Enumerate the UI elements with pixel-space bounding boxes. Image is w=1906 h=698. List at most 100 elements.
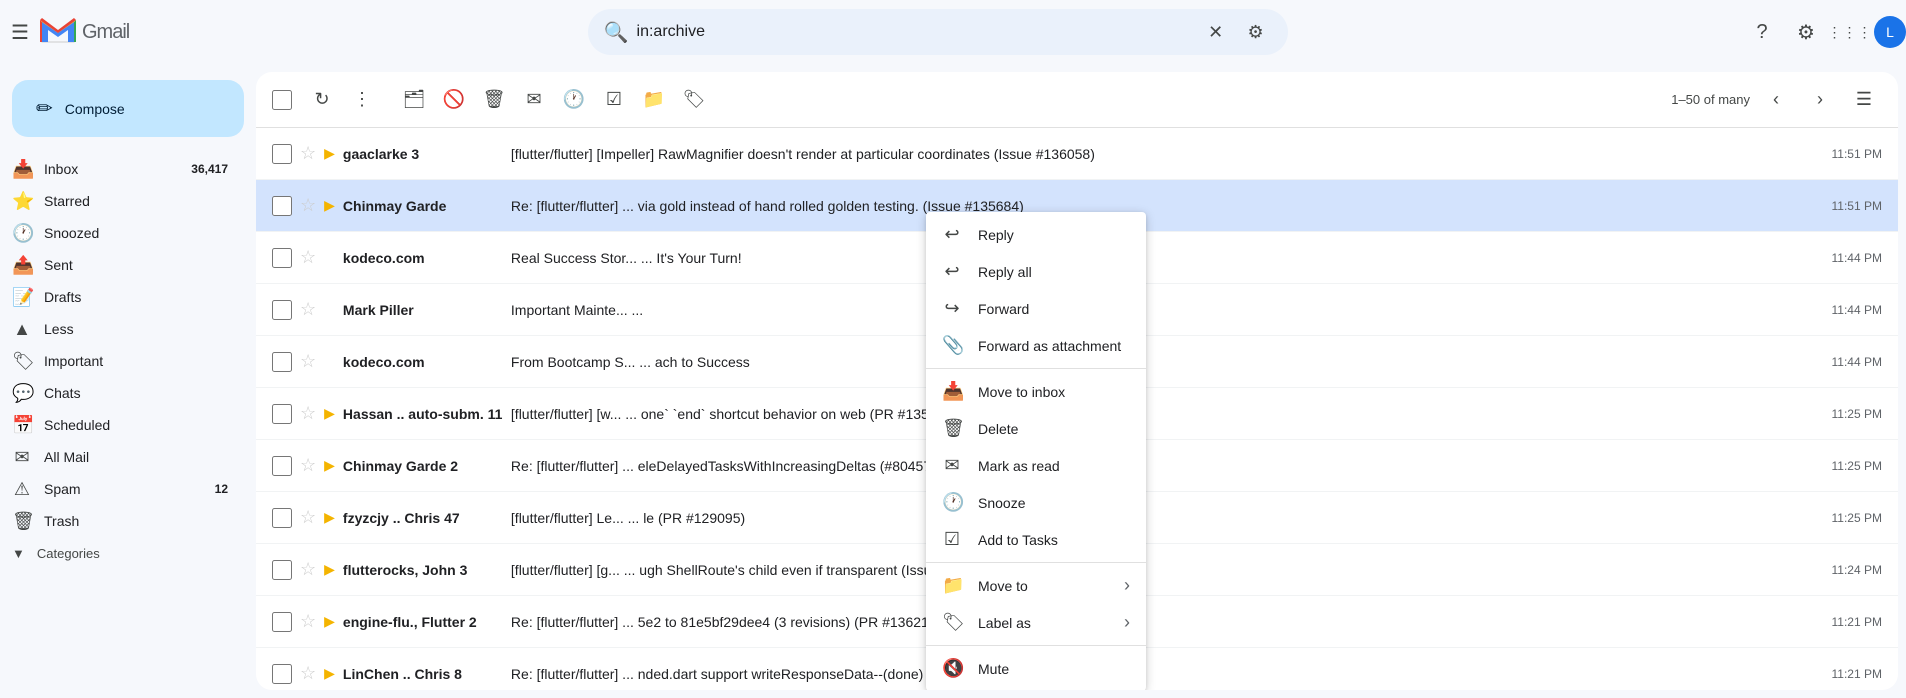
search-input[interactable] xyxy=(637,23,1192,41)
archive-button[interactable]: 🗂 xyxy=(396,82,432,118)
google-apps-button[interactable]: ⋮⋮⋮ xyxy=(1830,12,1870,52)
menu-item-move-to[interactable]: 📁 Move to › xyxy=(926,567,1146,604)
menu-item-forward[interactable]: ↪ Forward xyxy=(926,290,1146,327)
gmail-logo: Gmail xyxy=(40,18,129,46)
row-checkbox[interactable] xyxy=(272,196,292,216)
label-as-icon: 🏷 xyxy=(942,612,962,633)
table-row[interactable]: ☆ ▶ gaaclarke 3 [flutter/flutter] [Impel… xyxy=(256,128,1898,180)
delete-icon: 🗑 xyxy=(942,418,962,439)
support-button[interactable]: ? xyxy=(1742,12,1782,52)
row-checkbox[interactable] xyxy=(272,300,292,320)
star-icon[interactable]: ☆ xyxy=(300,299,316,320)
sidebar-item-sent[interactable]: 📤 Sent xyxy=(0,249,240,281)
menu-item-snooze[interactable]: 🕐 Snooze xyxy=(926,484,1146,521)
spam-icon: ⚠ xyxy=(12,479,32,500)
sidebar-item-snoozed[interactable]: 🕐 Snoozed xyxy=(0,217,240,249)
reply-all-icon: ↩ xyxy=(942,261,962,282)
email-subject: Re: [flutter/flutter] ... via gold inste… xyxy=(511,198,1824,214)
email-time: 11:44 PM xyxy=(1832,303,1882,317)
settings-button[interactable]: ⚙ xyxy=(1786,12,1826,52)
star-icon[interactable]: ☆ xyxy=(300,455,316,476)
sidebar-item-categories[interactable]: ▼ Categories xyxy=(0,537,256,569)
menu-item-move-inbox[interactable]: 📥 Move to inbox xyxy=(926,373,1146,410)
menu-item-label: Move to xyxy=(978,578,1028,594)
mute-icon: 🔇 xyxy=(942,658,962,679)
important-icon: 🏷 xyxy=(12,351,32,372)
sidebar-item-scheduled[interactable]: 📅 Scheduled xyxy=(0,409,240,441)
labels-button[interactable]: 🏷 xyxy=(676,82,712,118)
star-icon[interactable]: ☆ xyxy=(300,663,316,684)
sidebar-item-label: Less xyxy=(44,321,228,337)
email-subject: [flutter/flutter] Le... ... le (PR #1290… xyxy=(511,510,1824,526)
menu-item-label: Forward xyxy=(978,301,1029,317)
row-checkbox[interactable] xyxy=(272,352,292,372)
star-icon[interactable]: ☆ xyxy=(300,611,316,632)
star-icon[interactable]: ☆ xyxy=(300,351,316,372)
menu-item-forward-attachment[interactable]: 📎 Forward as attachment xyxy=(926,327,1146,364)
compose-button[interactable]: ✏ Compose xyxy=(12,80,244,137)
sidebar-item-label: Important xyxy=(44,353,228,369)
menu-item-reply-all[interactable]: ↩ Reply all xyxy=(926,253,1146,290)
row-checkbox[interactable] xyxy=(272,612,292,632)
menu-item-delete[interactable]: 🗑 Delete xyxy=(926,410,1146,447)
row-checkbox[interactable] xyxy=(272,248,292,268)
menu-item-reply[interactable]: ↩ Reply xyxy=(926,216,1146,253)
email-sender: LinChen .. Chris 8 xyxy=(343,666,503,682)
search-clear-button[interactable]: ✕ xyxy=(1200,16,1232,48)
newer-button[interactable]: ‹ xyxy=(1758,82,1794,118)
add-tasks-icon: ☑ xyxy=(942,529,962,550)
search-bar: 🔍 ✕ ⚙ xyxy=(588,9,1288,55)
select-all-checkbox[interactable] xyxy=(272,90,292,110)
row-checkbox[interactable] xyxy=(272,560,292,580)
more-options-button[interactable]: ⋮ xyxy=(344,82,380,118)
star-icon[interactable]: ☆ xyxy=(300,195,316,216)
move-to-button[interactable]: 📁 xyxy=(636,82,672,118)
older-button[interactable]: › xyxy=(1802,82,1838,118)
email-time: 11:21 PM xyxy=(1832,667,1882,681)
email-subject: Re: [flutter/flutter] ... nded.dart supp… xyxy=(511,666,1824,682)
menu-item-label: Mute xyxy=(978,661,1009,677)
sidebar-item-starred[interactable]: ⭐ Starred xyxy=(0,185,240,217)
row-checkbox[interactable] xyxy=(272,144,292,164)
sidebar-item-chats[interactable]: 💬 Chats xyxy=(0,377,240,409)
snooze-button[interactable]: 🕐 xyxy=(556,82,592,118)
sidebar-item-important[interactable]: 🏷 Important xyxy=(0,345,240,377)
categories-icon: ▼ xyxy=(12,546,25,561)
report-spam-button[interactable]: 🚫 xyxy=(436,82,472,118)
mark-unread-button[interactable]: ✉ xyxy=(516,82,552,118)
sidebar-item-inbox[interactable]: 📥 Inbox 36,417 xyxy=(0,153,240,185)
email-subject: Important Mainte... ... xyxy=(511,302,1824,318)
sidebar-item-less[interactable]: ▲ Less xyxy=(0,313,240,345)
compose-icon: ✏ xyxy=(36,96,53,121)
menu-item-add-tasks[interactable]: ☑ Add to Tasks xyxy=(926,521,1146,558)
star-icon[interactable]: ☆ xyxy=(300,507,316,528)
star-icon[interactable]: ☆ xyxy=(300,143,316,164)
refresh-button[interactable]: ↻ xyxy=(304,82,340,118)
search-advanced-button[interactable]: ⚙ xyxy=(1240,16,1272,48)
row-checkbox[interactable] xyxy=(272,456,292,476)
hamburger-button[interactable]: ☰ xyxy=(0,12,40,52)
email-sender: Mark Piller xyxy=(343,302,503,318)
inbox-icon: 📥 xyxy=(12,159,32,180)
account-avatar-button[interactable]: L xyxy=(1874,16,1906,48)
email-sender: fzyzcjy .. Chris 47 xyxy=(343,510,503,526)
sidebar-item-drafts[interactable]: 📝 Drafts xyxy=(0,281,240,313)
sidebar-item-spam[interactable]: ⚠ Spam 12 xyxy=(0,473,240,505)
row-checkbox[interactable] xyxy=(272,664,292,684)
list-view-button[interactable]: ☰ xyxy=(1846,82,1882,118)
important-marker: ▶ xyxy=(324,561,335,578)
delete-button[interactable]: 🗑 xyxy=(476,82,512,118)
add-tasks-button[interactable]: ☑ xyxy=(596,82,632,118)
star-icon[interactable]: ☆ xyxy=(300,559,316,580)
menu-item-mute[interactable]: 🔇 Mute xyxy=(926,650,1146,687)
menu-item-label-as[interactable]: 🏷 Label as › xyxy=(926,604,1146,641)
move-to-icon: 📁 xyxy=(942,575,962,596)
menu-item-label: Move to inbox xyxy=(978,384,1065,400)
menu-item-mark-read[interactable]: ✉ Mark as read xyxy=(926,447,1146,484)
star-icon[interactable]: ☆ xyxy=(300,403,316,424)
row-checkbox[interactable] xyxy=(272,404,292,424)
sidebar-item-all-mail[interactable]: ✉ All Mail xyxy=(0,441,240,473)
sidebar-item-trash[interactable]: 🗑 Trash xyxy=(0,505,240,537)
row-checkbox[interactable] xyxy=(272,508,292,528)
star-icon[interactable]: ☆ xyxy=(300,247,316,268)
